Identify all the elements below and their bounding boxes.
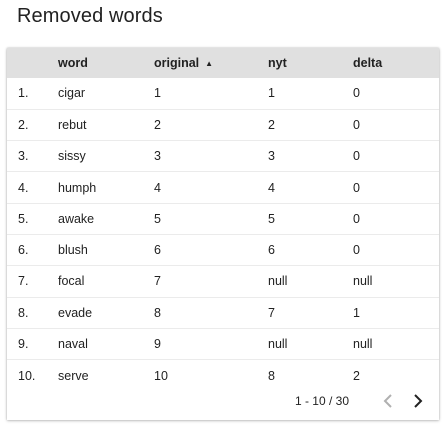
pagination-bar: 1 - 10 / 30 [7,382,439,420]
row-index: 6. [18,243,29,258]
column-header-delta-label: delta [353,56,383,70]
row-index: 1. [18,86,29,101]
table-row: 5. awake 5 5 0 [7,203,439,235]
cell-delta: null [353,337,373,352]
cell-original: 3 [154,149,161,164]
next-page-button[interactable] [403,386,433,416]
prev-page-button[interactable] [373,386,403,416]
table-row: 4. humph 4 4 0 [7,172,439,204]
cell-word: focal [58,274,85,289]
cell-original: 1 [154,86,161,101]
cell-nyt: 5 [268,211,275,226]
cell-original: 6 [154,243,161,258]
chevron-right-icon [414,394,423,408]
table-row: 1. cigar 1 1 0 [7,78,439,110]
table-header-row: word original ▲ nyt delta [7,48,439,78]
cell-delta: 0 [353,117,360,132]
page-title: Removed words [17,5,163,27]
cell-original: 4 [154,180,161,195]
cell-original: 5 [154,211,161,226]
table-row: 2. rebut 2 2 0 [7,109,439,141]
cell-nyt: 1 [268,86,275,101]
cell-word: rebut [58,117,87,132]
cell-word: evade [58,305,93,320]
cell-word: humph [58,180,97,195]
chevron-left-icon [383,394,392,408]
table-row: 8. evade 8 7 1 [7,297,439,329]
cell-delta: 0 [353,86,360,101]
cell-nyt: null [268,274,288,289]
cell-delta: 0 [353,149,360,164]
row-index: 8. [18,305,29,320]
cell-original: 7 [154,274,161,289]
cell-word: awake [58,211,95,226]
cell-nyt: 7 [268,305,275,320]
column-header-index [7,48,58,78]
row-index: 2. [18,117,29,132]
cell-word: naval [58,337,88,352]
cell-nyt: 3 [268,149,275,164]
row-index: 5. [18,211,29,226]
table-row: 6. blush 6 6 0 [7,234,439,266]
table-row: 9. naval 9 null null [7,328,439,360]
column-header-word-label: word [58,56,88,70]
row-index: 3. [18,149,29,164]
sort-ascending-icon: ▲ [205,59,214,68]
table-row: 7. focal 7 null null [7,266,439,298]
cell-original: 2 [154,117,161,132]
cell-nyt: null [268,337,288,352]
column-header-nyt[interactable]: nyt [268,48,353,78]
pagination-range: 1 - 10 / 30 [294,394,349,408]
column-header-word[interactable]: word [58,48,154,78]
table-row: 3. sissy 3 3 0 [7,141,439,172]
cell-delta: 0 [353,211,360,226]
cell-delta: 0 [353,180,360,195]
cell-word: blush [58,243,88,258]
cell-delta: 1 [353,305,360,320]
row-index: 4. [18,180,29,195]
cell-original: 8 [154,305,161,320]
cell-nyt: 4 [268,180,275,195]
column-header-original-label: original [154,56,200,70]
cell-delta: null [353,274,373,289]
data-table: word original ▲ nyt delta 1. cigar 1 1 0 … [7,48,439,391]
row-index: 7. [18,274,29,289]
column-header-original[interactable]: original ▲ [154,48,268,78]
row-index: 9. [18,337,29,352]
column-header-delta[interactable]: delta [353,48,439,78]
cell-word: sissy [58,149,86,164]
cell-delta: 0 [353,243,360,258]
cell-nyt: 6 [268,243,275,258]
column-header-nyt-label: nyt [268,56,287,70]
cell-word: cigar [58,86,86,101]
cell-nyt: 2 [268,117,275,132]
data-table-card: word original ▲ nyt delta 1. cigar 1 1 0 … [7,48,439,420]
cell-original: 9 [154,337,161,352]
